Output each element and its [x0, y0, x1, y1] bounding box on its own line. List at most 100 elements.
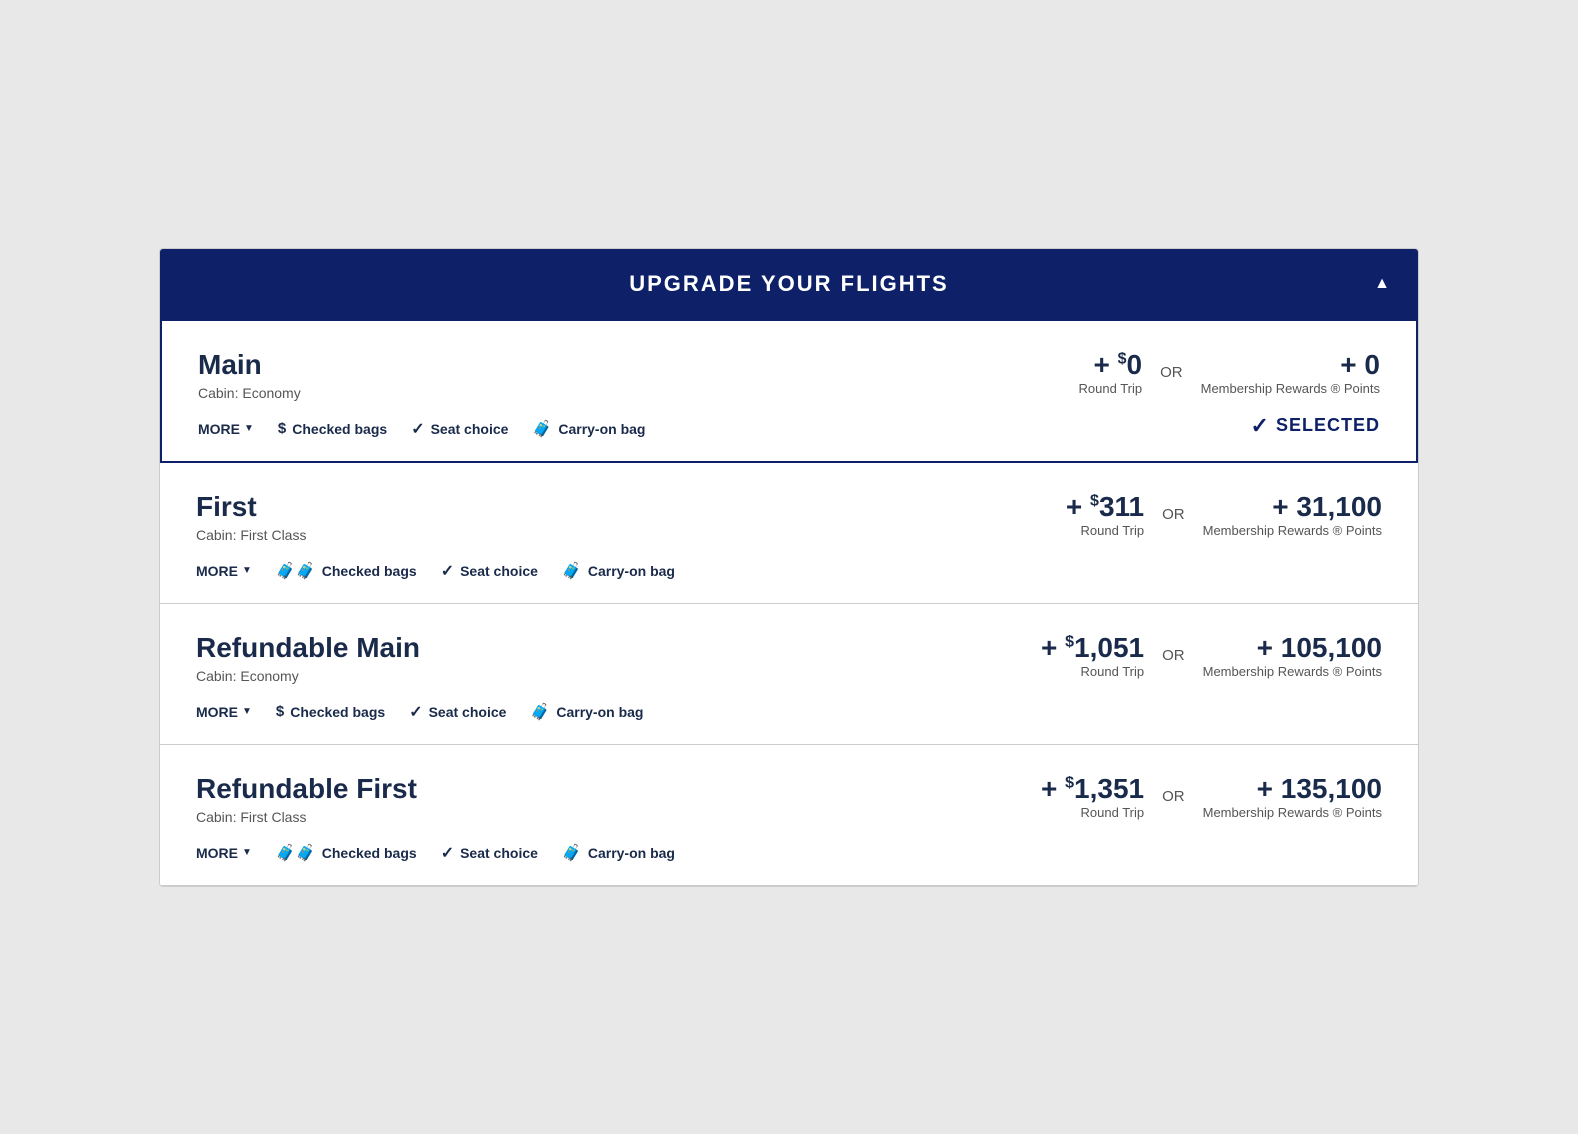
fare-card-refundable-first[interactable]: Refundable First Cabin: First Class + $1,3…	[160, 745, 1418, 886]
fare-info-refundable-first: Refundable First Cabin: First Class	[196, 773, 417, 825]
fare-cabin-main: Cabin: Economy	[198, 385, 301, 401]
fare-card-main[interactable]: Main Cabin: Economy + $0Round Trip OR + 0Mem…	[160, 319, 1418, 463]
fare-points-sub-refundable-first: Membership Rewards ® Points	[1203, 805, 1382, 820]
bag-icon: 🧳	[562, 843, 582, 863]
fare-price-block-main: + $0Round Trip	[1079, 349, 1143, 396]
feature-label: Checked bags	[290, 704, 385, 720]
feature-first-1: ✓ Seat choice	[441, 561, 538, 581]
fare-card-refundable-main[interactable]: Refundable MainCabin: Economy + $1,051Rou…	[160, 604, 1418, 745]
collapse-icon[interactable]: ▲	[1374, 275, 1390, 293]
fare-price-block-refundable-first: + $1,351Round Trip	[1041, 773, 1144, 820]
feature-refundable-first-1: ✓ Seat choice	[441, 843, 538, 863]
fare-card-top-refundable-first: Refundable First Cabin: First Class + $1,3…	[196, 773, 1382, 825]
fare-info-refundable-main: Refundable MainCabin: Economy	[196, 632, 420, 684]
selected-label-main: ✓ SELECTED	[1251, 413, 1380, 439]
fare-points-sub-refundable-main: Membership Rewards ® Points	[1203, 664, 1382, 679]
feature-refundable-main-1: ✓ Seat choice	[409, 702, 506, 722]
more-button-refundable-first[interactable]: MORE ▼	[196, 845, 252, 861]
check-icon: ✓	[441, 561, 454, 581]
fare-card-top-main: Main Cabin: Economy + $0Round Trip OR + 0Mem…	[198, 349, 1380, 401]
fare-points-main-refundable-first: + 135,100	[1203, 773, 1382, 805]
fare-cabin-refundable-main: Cabin: Economy	[196, 668, 420, 684]
feature-label: Seat choice	[460, 563, 538, 579]
fare-price-sub-first: Round Trip	[1066, 523, 1144, 538]
fare-card-top-refundable-main: Refundable MainCabin: Economy + $1,051Rou…	[196, 632, 1382, 684]
feature-label: Carry-on bag	[588, 845, 675, 861]
feature-refundable-main-2: 🧳 Carry-on bag	[530, 702, 643, 722]
upgrade-flights-container: UPGRADE YOUR FLIGHTS ▲ Main Cabin: Econom…	[159, 248, 1419, 887]
feature-label: Seat choice	[460, 845, 538, 861]
check-icon: ✓	[411, 419, 424, 439]
fare-info-first: First Cabin: First Class	[196, 491, 306, 543]
fare-pricing-main: + $0Round Trip OR + 0Membership Rewards ® …	[1079, 349, 1380, 396]
feature-refundable-main-0: $ Checked bags	[276, 703, 385, 720]
fare-name-first: First	[196, 491, 306, 523]
fare-points-sub-main: Membership Rewards ® Points	[1201, 381, 1380, 396]
fare-points-main-main: + 0	[1201, 349, 1380, 381]
fare-name-refundable-first: Refundable First	[196, 773, 417, 805]
more-button-main[interactable]: MORE ▼	[198, 421, 254, 437]
feature-main-2: 🧳 Carry-on bag	[532, 419, 645, 439]
fares-container: MainCabin: Economy+ $0Round TripOR+ 0Mem…	[160, 319, 1418, 886]
fare-or-main: OR	[1160, 364, 1183, 381]
fare-price-block-refundable-main: + $1,051Round Trip	[1041, 632, 1144, 679]
fare-points-main-refundable-main: + 105,100	[1203, 632, 1382, 664]
fare-footer-refundable-first: MORE ▼ 🧳🧳 Checked bags ✓ Seat choice 🧳 Carry-o…	[196, 843, 1382, 863]
feature-label: Seat choice	[429, 704, 507, 720]
fare-or-refundable-main: OR	[1162, 647, 1185, 664]
fare-pricing-refundable-first: + $1,351Round Trip OR + 135,100Membership …	[1041, 773, 1382, 820]
check-icon: ✓	[441, 843, 454, 863]
feature-label: Seat choice	[431, 421, 509, 437]
fare-footer-main: MORE ▼ $ Checked bags ✓ Seat choice 🧳 Carry-on…	[198, 419, 1380, 439]
fare-or-refundable-first: OR	[1162, 788, 1185, 805]
feature-refundable-first-0: 🧳🧳 Checked bags	[276, 843, 417, 863]
feature-label: Carry-on bag	[558, 421, 645, 437]
fare-card-first[interactable]: First Cabin: First Class + $311Round Trip O…	[160, 463, 1418, 604]
feature-label: Checked bags	[292, 421, 387, 437]
feature-first-2: 🧳 Carry-on bag	[562, 561, 675, 581]
fare-points-block-refundable-first: + 135,100Membership Rewards ® Points	[1203, 773, 1382, 820]
fare-price-sub-refundable-first: Round Trip	[1041, 805, 1144, 820]
feature-label: Carry-on bag	[588, 563, 675, 579]
feature-label: Checked bags	[322, 563, 417, 579]
fare-pricing-refundable-main: + $1,051Round Trip OR + 105,100Membership …	[1041, 632, 1382, 679]
feature-label: Checked bags	[322, 845, 417, 861]
fare-card-top-first: First Cabin: First Class + $311Round Trip O…	[196, 491, 1382, 543]
fare-price-main-refundable-first: + $1,351	[1041, 773, 1144, 805]
bag-icon: 🧳	[562, 561, 582, 581]
bag-icon: 🧳	[530, 702, 550, 722]
feature-main-1: ✓ Seat choice	[411, 419, 508, 439]
check-icon: ✓	[409, 702, 422, 722]
fare-name-main: Main	[198, 349, 301, 381]
fare-price-sub-refundable-main: Round Trip	[1041, 664, 1144, 679]
bag-icon: 🧳	[532, 419, 552, 439]
feature-main-0: $ Checked bags	[278, 420, 387, 437]
feature-refundable-first-2: 🧳 Carry-on bag	[562, 843, 675, 863]
fare-cabin-first: Cabin: First Class	[196, 527, 306, 543]
fare-points-main-first: + 31,100	[1203, 491, 1382, 523]
dollar-icon: $	[276, 703, 284, 720]
feature-label: Carry-on bag	[556, 704, 643, 720]
fare-info-main: Main Cabin: Economy	[198, 349, 301, 401]
fare-pricing-first: + $311Round Trip OR + 31,100Membership Rew…	[1066, 491, 1382, 538]
dollar-icon: $	[278, 420, 286, 437]
fare-points-block-first: + 31,100Membership Rewards ® Points	[1203, 491, 1382, 538]
fare-footer-refundable-main: MORE ▼ $ Checked bags ✓ Seat choice 🧳 Carry-on…	[196, 702, 1382, 722]
fare-price-block-first: + $311Round Trip	[1066, 491, 1144, 538]
header-title: UPGRADE YOUR FLIGHTS	[629, 271, 949, 296]
fare-points-block-main: + 0Membership Rewards ® Points	[1201, 349, 1380, 396]
fare-price-sub-main: Round Trip	[1079, 381, 1143, 396]
fare-points-sub-first: Membership Rewards ® Points	[1203, 523, 1382, 538]
fare-points-block-refundable-main: + 105,100Membership Rewards ® Points	[1203, 632, 1382, 679]
fare-cabin-refundable-first: Cabin: First Class	[196, 809, 417, 825]
bags2-icon: 🧳🧳	[276, 561, 316, 581]
fare-or-first: OR	[1162, 506, 1185, 523]
fare-price-main-refundable-main: + $1,051	[1041, 632, 1144, 664]
more-button-first[interactable]: MORE ▼	[196, 563, 252, 579]
feature-first-0: 🧳🧳 Checked bags	[276, 561, 417, 581]
fare-price-main-main: + $0	[1079, 349, 1143, 381]
more-button-refundable-main[interactable]: MORE ▼	[196, 704, 252, 720]
bags2-icon: 🧳🧳	[276, 843, 316, 863]
header: UPGRADE YOUR FLIGHTS ▲	[160, 249, 1418, 319]
fare-footer-first: MORE ▼ 🧳🧳 Checked bags ✓ Seat choice 🧳 Carry-o…	[196, 561, 1382, 581]
